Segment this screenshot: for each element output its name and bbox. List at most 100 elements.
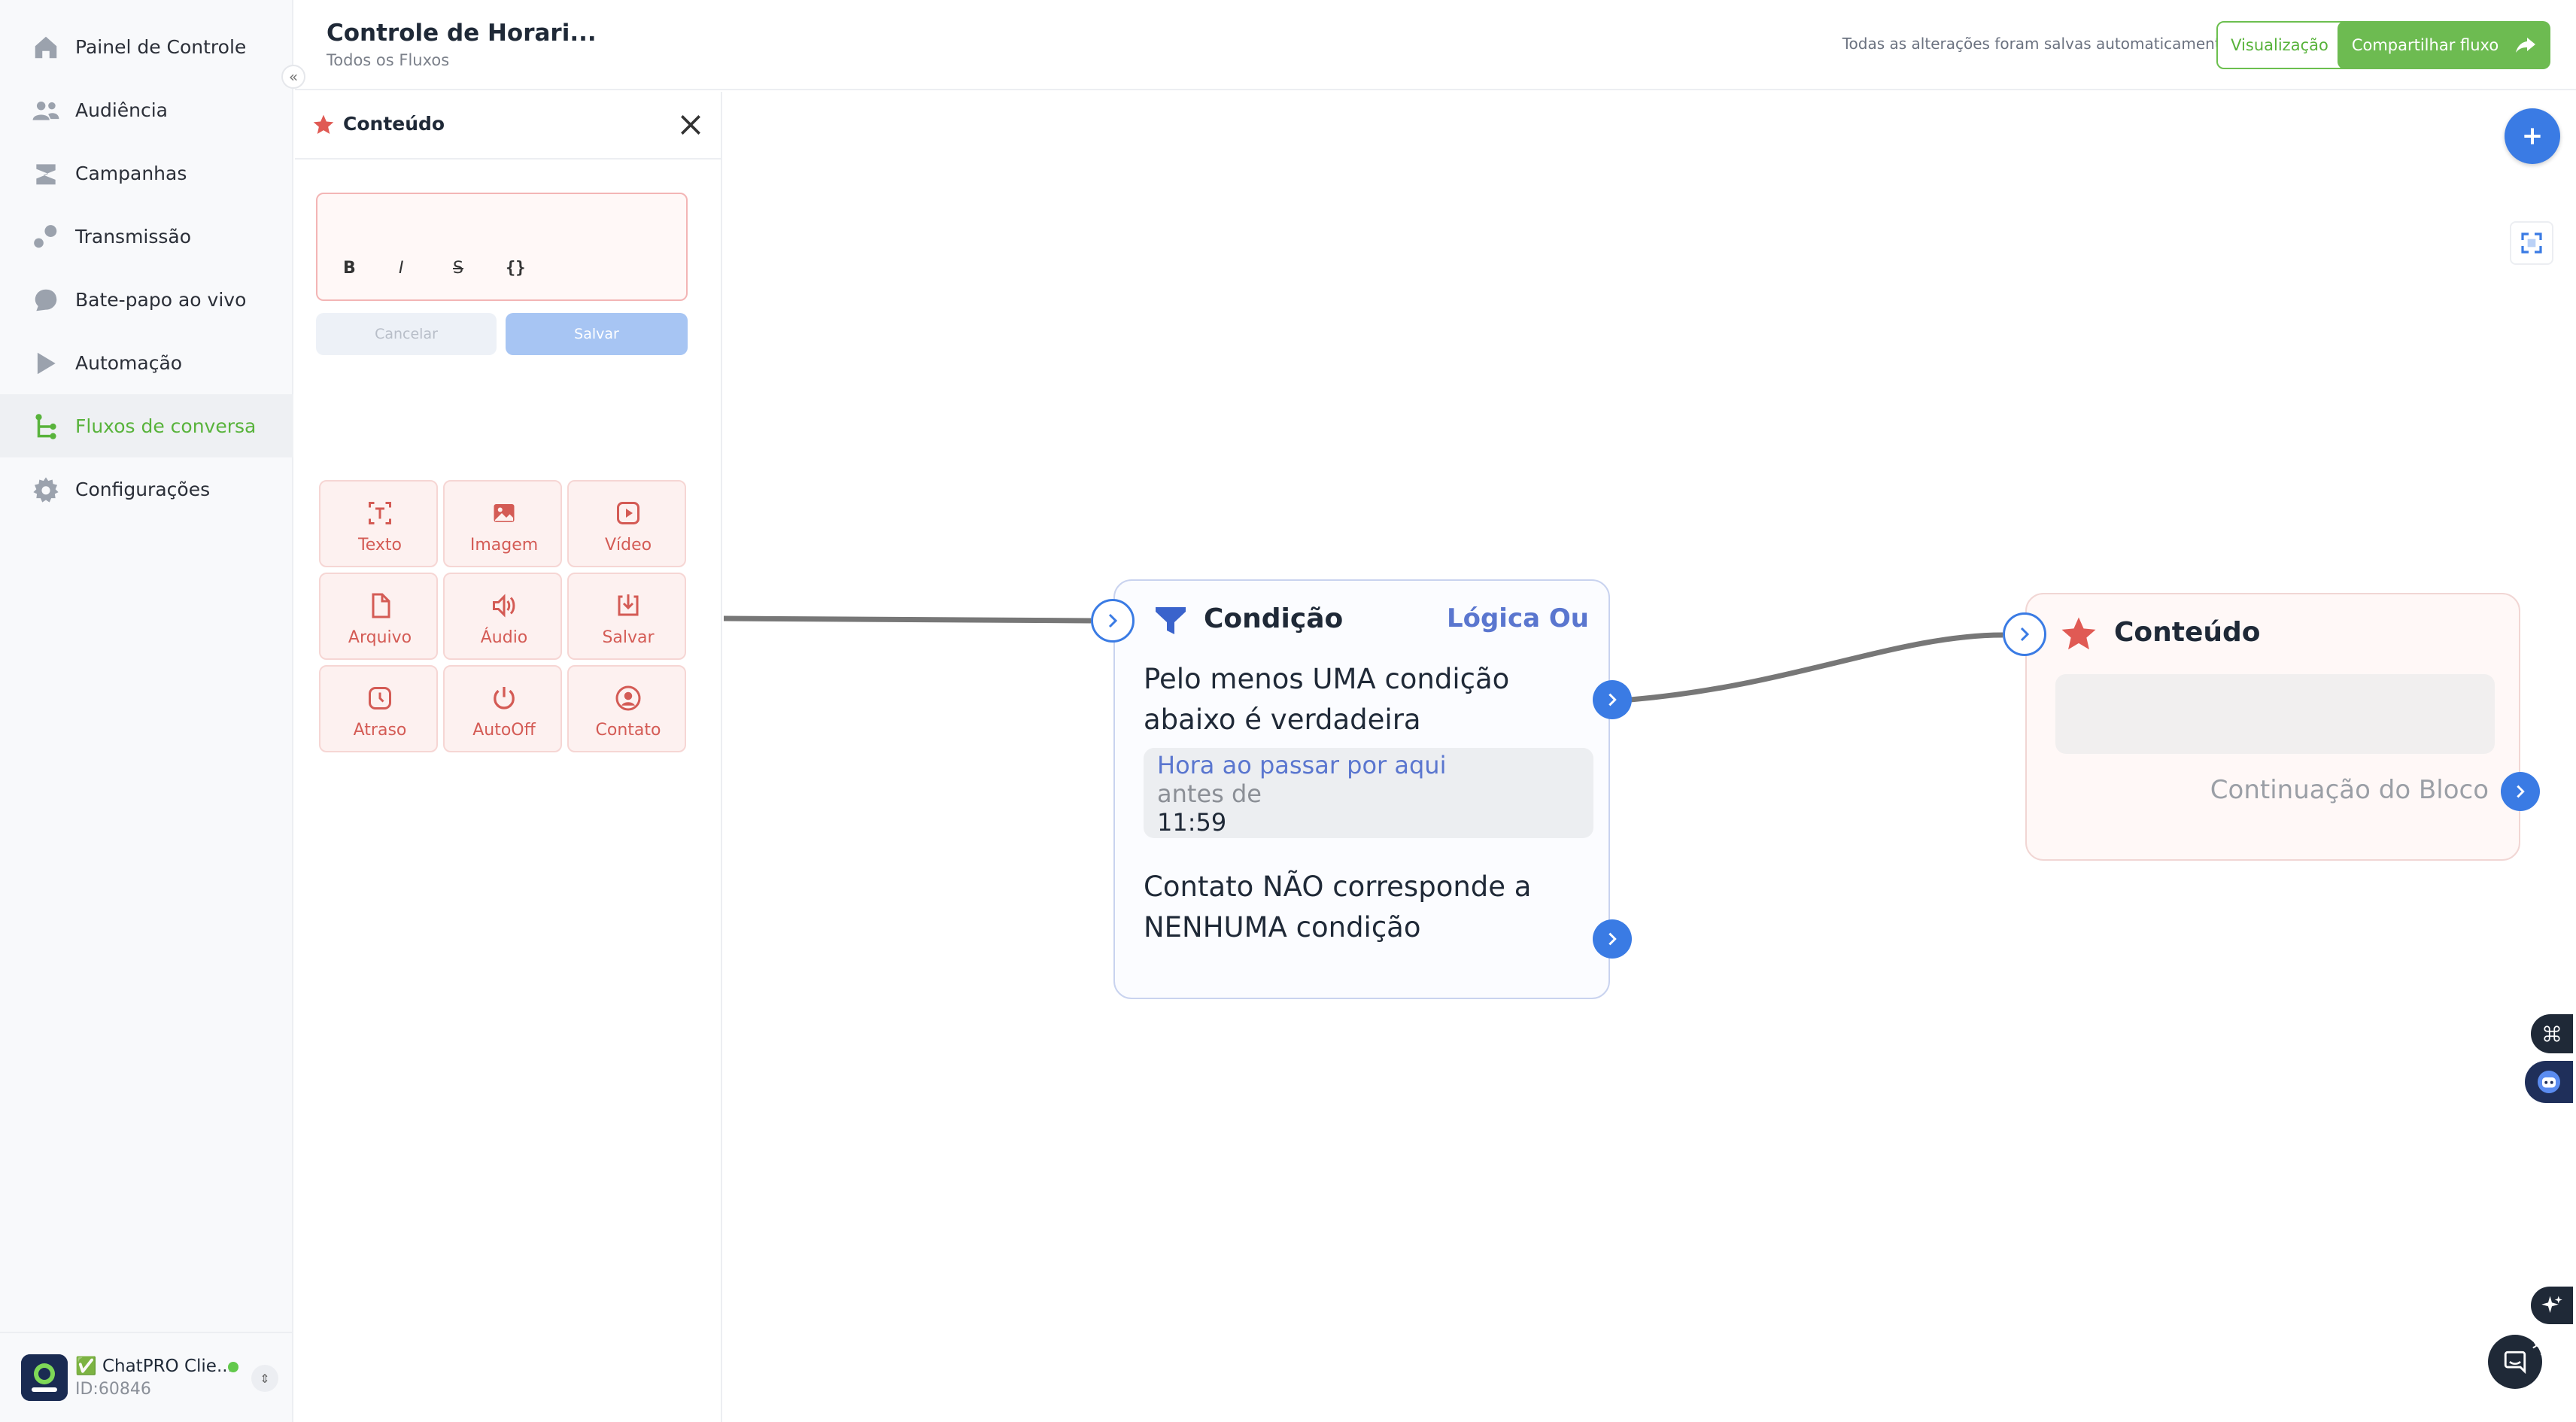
sidebar-item-label: Painel de Controle <box>75 35 247 58</box>
condition-fallback-output-handle[interactable] <box>1593 919 1632 959</box>
translate-icon[interactable] <box>2526 1332 2556 1362</box>
condition-node-title: Condição <box>1204 603 1344 634</box>
plus-icon <box>2524 128 2541 144</box>
condition-item[interactable]: Hora ao passar por aqui antes de 11:59 <box>1144 748 1593 838</box>
no-match-text: Contato NÃO corresponde a NENHUMA condiç… <box>1144 871 1532 943</box>
gear-icon <box>33 477 59 503</box>
sidebar-item-transmissao[interactable]: Transmissão <box>0 205 293 268</box>
tile-label: AutoOff <box>472 721 536 740</box>
sidebar-item-automacao[interactable]: Automação <box>0 331 293 394</box>
tile-salvar[interactable]: Salvar <box>567 573 686 660</box>
chevron-right-icon <box>1108 613 1118 628</box>
online-status-dot <box>228 1362 238 1372</box>
condition-operator: antes de <box>1157 779 1262 808</box>
home-icon <box>35 36 57 59</box>
robot-icon <box>2538 1071 2560 1093</box>
text-icon <box>369 502 391 524</box>
audio-icon <box>493 594 515 618</box>
ai-sparkle-button[interactable] <box>2531 1287 2573 1324</box>
tile-atraso[interactable]: Atraso <box>319 665 438 752</box>
panel-title: Conteúdo <box>343 113 445 135</box>
sidebar-item-painel[interactable]: Painel de Controle <box>0 15 293 78</box>
tile-imagem[interactable]: Imagem <box>443 480 562 567</box>
tile-arquivo[interactable]: Arquivo <box>319 573 438 660</box>
close-icon[interactable] <box>676 110 706 140</box>
bold-button[interactable]: B <box>343 259 356 278</box>
condition-value: 11:59 <box>1157 808 1227 837</box>
page-title[interactable]: Controle de Horari... <box>327 20 597 47</box>
cancel-button[interactable]: Cancelar <box>316 313 497 355</box>
sidebar-item-configuracoes[interactable]: Configurações <box>0 457 293 521</box>
content-editor-panel: Conteúdo B I S {} Cancelar Salvar Texto … <box>295 92 722 1422</box>
sidebar-item-label: Bate-papo ao vivo <box>75 288 247 311</box>
chevron-right-icon <box>1608 932 1617 946</box>
chat-bubble-icon <box>2504 1351 2526 1375</box>
tile-label: Contato <box>595 721 661 740</box>
add-block-button[interactable] <box>2505 108 2560 164</box>
sidebar-item-label: Fluxos de conversa <box>75 415 257 437</box>
preview-button-label: Visualização <box>2231 36 2328 54</box>
chevron-updown-icon[interactable]: ⇕ <box>251 1365 278 1392</box>
fit-view-button[interactable] <box>2510 221 2553 265</box>
tile-label: Salvar <box>602 628 655 647</box>
sidebar-item-label: Audiência <box>75 99 168 121</box>
account-switcher[interactable]: ✅ ChatPRO Clie... ID:60846 ⇕ <box>0 1332 293 1422</box>
people-icon <box>32 101 59 120</box>
automation-icon <box>37 352 56 375</box>
condition-input-handle[interactable] <box>1091 599 1135 643</box>
sidebar-item-campanhas[interactable]: Campanhas <box>0 141 293 205</box>
sidebar-item-audiencia[interactable]: Audiência <box>0 78 293 141</box>
italic-button[interactable]: I <box>399 259 404 278</box>
power-icon <box>494 687 515 709</box>
sidebar-item-fluxos[interactable]: Fluxos de conversa <box>0 394 293 457</box>
star-icon <box>2061 617 2096 650</box>
variable-button[interactable]: {} <box>506 259 526 278</box>
content-output-handle[interactable] <box>2501 772 2540 811</box>
filter-icon <box>1156 607 1186 634</box>
logic-toggle[interactable]: Lógica Ou <box>1447 603 1589 634</box>
condition-node[interactable]: Condição Lógica Ou Pelo menos UMA condiç… <box>1113 579 1610 999</box>
strikethrough-button[interactable]: S <box>453 259 463 278</box>
tile-label: Imagem <box>469 536 539 555</box>
tile-label: Arquivo <box>348 628 412 647</box>
tile-texto[interactable]: Texto <box>319 480 438 567</box>
tile-audio[interactable]: Áudio <box>443 573 562 660</box>
expand-icon <box>2521 232 2542 254</box>
save-button[interactable]: Salvar <box>506 313 688 355</box>
connector-condition-to-content <box>1630 632 2003 703</box>
campaign-icon <box>36 164 56 185</box>
chevron-right-icon <box>2020 627 2030 642</box>
breadcrumb[interactable]: Todos os Fluxos <box>327 51 449 69</box>
content-node[interactable]: Conteúdo Continuação do Bloco <box>2025 593 2520 861</box>
chatpro-logo-icon <box>21 1354 68 1401</box>
flow-canvas[interactable]: Condição Lógica Ou Pelo menos UMA condiç… <box>724 92 2576 1422</box>
flow-icon <box>35 414 56 439</box>
content-message-preview[interactable] <box>2055 674 2495 754</box>
shortcuts-widget-button[interactable] <box>2531 1014 2573 1053</box>
content-input-handle[interactable] <box>2003 612 2046 656</box>
tile-contato[interactable]: Contato <box>567 665 686 752</box>
tile-autooff[interactable]: AutoOff <box>443 665 562 752</box>
block-continuation-label: Continuação do Bloco <box>2210 775 2489 805</box>
clock-icon <box>369 687 391 709</box>
avatar <box>21 1354 68 1401</box>
panel-header: Conteúdo <box>295 92 722 160</box>
sparkle-icon <box>2541 1296 2562 1313</box>
command-icon <box>2544 1025 2560 1042</box>
collapse-sidebar-button[interactable]: « <box>281 65 305 89</box>
broadcast-icon <box>34 225 57 248</box>
sidebar-item-bate-papo[interactable]: Bate-papo ao vivo <box>0 268 293 331</box>
content-node-title: Conteúdo <box>2114 617 2261 648</box>
tile-video[interactable]: Vídeo <box>567 480 686 567</box>
share-flow-button[interactable]: Compartilhar fluxo <box>2338 21 2550 69</box>
assistant-widget-button[interactable] <box>2525 1061 2573 1103</box>
sidebar-item-label: Campanhas <box>75 162 187 184</box>
download-icon <box>618 594 639 616</box>
share-arrow-icon <box>2516 38 2536 53</box>
message-text-editor[interactable]: B I S {} <box>316 193 688 301</box>
save-status-text: Todas as alterações foram salvas automat… <box>1842 35 2230 53</box>
match-any-text: Pelo menos UMA condição abaixo é verdade… <box>1144 663 1510 736</box>
condition-match-output-handle[interactable] <box>1593 680 1632 719</box>
video-icon <box>617 502 639 524</box>
tile-label: Texto <box>358 536 402 555</box>
